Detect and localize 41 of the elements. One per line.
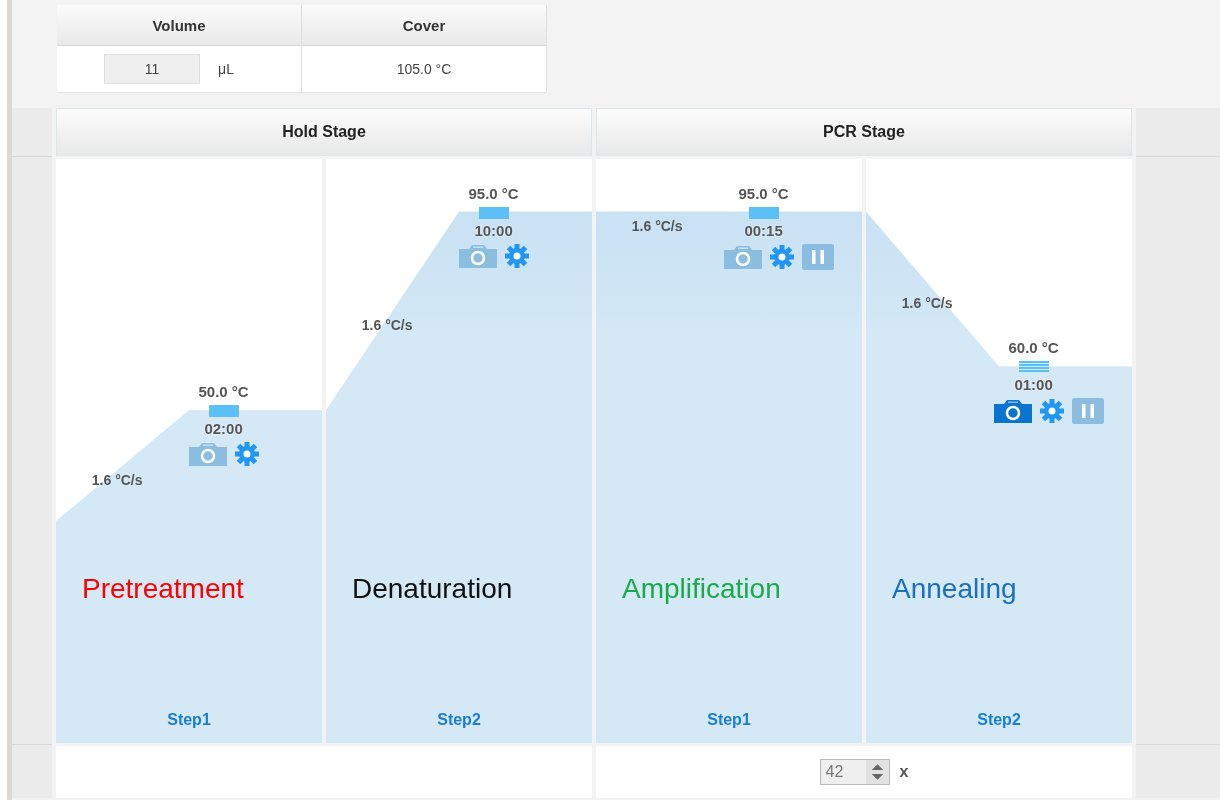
camera-icon[interactable] [458, 243, 497, 268]
settings-icon[interactable] [1039, 399, 1064, 424]
camera-icon[interactable] [723, 244, 762, 269]
hold-time-label[interactable]: 01:00 [1014, 376, 1053, 394]
column-header: Volume [57, 5, 302, 46]
step-name: Denaturation [352, 573, 513, 605]
ramp-rate-label[interactable]: 1.6 °C/s [361, 316, 413, 333]
temperature-label[interactable]: 95.0 °C [738, 184, 789, 202]
column-header: Cover [302, 5, 547, 46]
hold-time-label[interactable]: 00:15 [744, 221, 783, 239]
hold-time-label[interactable]: 10:00 [474, 221, 513, 239]
temperature-handle[interactable] [478, 206, 509, 219]
temperature-handle[interactable] [748, 206, 779, 219]
step-name: Pretreatment [82, 573, 244, 605]
temperature-label[interactable]: 50.0 °C [198, 383, 249, 401]
ramp-rate-label[interactable]: 1.6 °C/s [631, 217, 683, 234]
volume-unit: μL [218, 61, 234, 77]
cover-temperature: 105.0 °C [396, 61, 452, 77]
temperature-label[interactable]: 60.0 °C [1008, 339, 1059, 357]
stage-header: PCR Stage [596, 108, 1132, 156]
step-label: Step2 [976, 711, 1022, 729]
hold-time-label[interactable]: 02:00 [204, 420, 243, 438]
camera-icon[interactable] [993, 399, 1032, 424]
pause-icon[interactable] [1071, 398, 1104, 425]
ramp-rate-label[interactable]: 1.6 °C/s [91, 471, 143, 488]
settings-icon[interactable] [769, 244, 794, 269]
step-label: Step2 [436, 711, 482, 729]
settings-icon[interactable] [504, 243, 529, 268]
step-name: Amplification [622, 573, 781, 605]
settings-icon[interactable] [234, 442, 259, 467]
temperature-handle[interactable] [1018, 361, 1049, 374]
temperature-handle[interactable] [208, 405, 239, 418]
step-name: Annealing [892, 573, 1017, 605]
ramp-rate-label[interactable]: 1.6 °C/s [901, 294, 953, 311]
temperature-label[interactable]: 95.0 °C [468, 184, 519, 202]
step-label: Step1 [166, 711, 212, 729]
camera-icon[interactable] [188, 442, 227, 467]
volume-field[interactable]: 11 [104, 54, 201, 84]
stage-header: Hold Stage [56, 108, 592, 156]
cycles-multiplier: x [899, 763, 909, 781]
step-label: Step1 [706, 711, 752, 729]
